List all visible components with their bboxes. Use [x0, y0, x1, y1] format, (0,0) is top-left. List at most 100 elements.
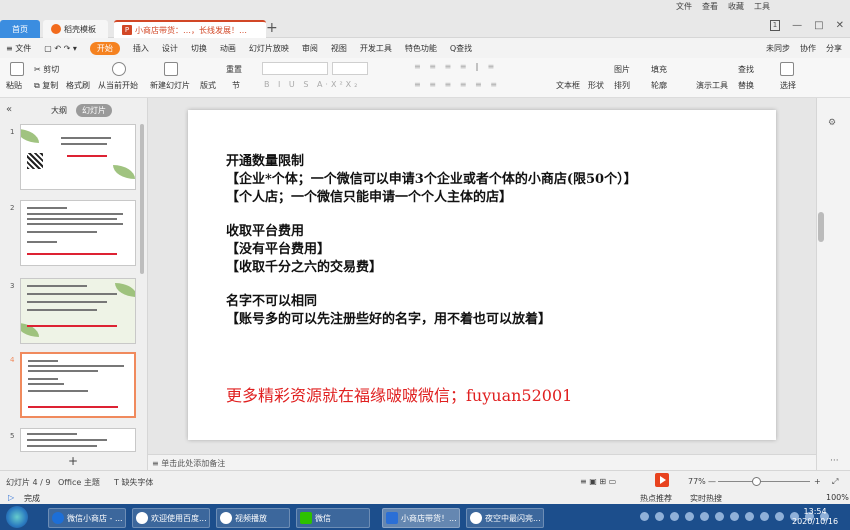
tray-icon[interactable]: [640, 512, 649, 521]
font-name-select[interactable]: [262, 62, 328, 75]
tray-icon[interactable]: [700, 512, 709, 521]
tab-outline[interactable]: 大纲: [51, 105, 67, 116]
realtime-search[interactable]: 实时热搜: [690, 493, 722, 504]
start-button[interactable]: [6, 506, 28, 528]
align-buttons[interactable]: ≡ ≡ ≡ ≡ ≡ ≡: [414, 80, 500, 89]
menu-item-view[interactable]: 视图: [331, 43, 347, 54]
section-button[interactable]: 节: [232, 80, 240, 91]
find-button[interactable]: 查找: [738, 64, 754, 75]
paragraph-buttons[interactable]: ≡ ≡ ≡ ≡ ‖ ≡: [414, 62, 497, 71]
taskbar-item-active[interactable]: 小商店带货！...: [382, 508, 460, 528]
menu-item-features[interactable]: 特色功能: [405, 43, 437, 54]
menu-item-design[interactable]: 设计: [162, 43, 178, 54]
maximize-button[interactable]: □: [814, 20, 823, 31]
select-button[interactable]: 选择: [780, 80, 796, 91]
reset-button[interactable]: 重置: [226, 64, 242, 75]
taskbar-item[interactable]: 视频播放: [216, 508, 290, 528]
cut-button[interactable]: ✂ 剪切: [34, 64, 59, 75]
tab-template[interactable]: 稻壳模板: [43, 20, 108, 38]
notes-field[interactable]: ≡ 单击此处添加备注: [148, 454, 816, 470]
view-buttons[interactable]: ≡ ▣ ⊞ ▭: [580, 477, 616, 486]
paste-button[interactable]: 粘贴: [6, 80, 22, 91]
new-tab-button[interactable]: +: [266, 20, 278, 36]
format-painter-button[interactable]: 格式刷: [66, 80, 90, 91]
quick-access-icons[interactable]: ▢ ↶ ↷ ▾: [44, 44, 77, 53]
play-from-current-button[interactable]: 从当前开始: [98, 80, 138, 91]
cut-label: 剪切: [43, 65, 60, 74]
menu-item-review[interactable]: 审阅: [302, 43, 318, 54]
taskbar-item[interactable]: 夜空中最闪亮...: [466, 508, 544, 528]
menu-item-animation[interactable]: 动画: [220, 43, 236, 54]
current-slide[interactable]: 开通数量限制 【企业*个体；一个微信可以申请3个企业或者个体的小商店(限50个）…: [188, 110, 776, 440]
missing-fonts-button[interactable]: T 缺失字体: [114, 477, 153, 488]
replace-button[interactable]: 替换: [738, 80, 754, 91]
font-size-select[interactable]: [332, 62, 368, 75]
vertical-scrollbar[interactable]: [818, 212, 824, 242]
arrange-button[interactable]: 排列: [614, 80, 630, 91]
slide-thumbnail[interactable]: [20, 124, 136, 190]
menu-favorites[interactable]: 收藏: [728, 1, 744, 12]
hot-recommend[interactable]: 热点推荐: [640, 493, 672, 504]
slide-thumbnail-selected[interactable]: [20, 352, 136, 418]
outline-button[interactable]: 轮廓: [651, 80, 667, 91]
tray-icon[interactable]: [730, 512, 739, 521]
tray-icon[interactable]: [745, 512, 754, 521]
menu-item-start[interactable]: 开始: [89, 41, 120, 55]
tab-home[interactable]: 首页: [0, 20, 40, 38]
slide-number: 3: [10, 282, 15, 290]
sync-status[interactable]: 未同步: [766, 43, 790, 54]
fill-button[interactable]: 填充: [651, 64, 667, 75]
layout-button[interactable]: 版式: [200, 80, 216, 91]
tab-slides[interactable]: 幻灯片: [76, 104, 112, 117]
menu-tools[interactable]: 工具: [754, 1, 770, 12]
properties-icon[interactable]: ⚙: [828, 118, 836, 128]
panel-scrollbar[interactable]: [140, 124, 144, 274]
slideshow-play-button[interactable]: [655, 473, 669, 487]
collapse-panel-icon[interactable]: «: [6, 104, 12, 115]
menu-view[interactable]: 查看: [702, 1, 718, 12]
paste-icon[interactable]: [10, 62, 24, 76]
menu-item-slideshow[interactable]: 幻灯片放映: [249, 43, 289, 54]
menu-file[interactable]: 文件: [676, 1, 692, 12]
share-button[interactable]: 分享: [826, 43, 842, 54]
new-slide-button[interactable]: 新建幻灯片: [150, 80, 190, 91]
menu-item-file[interactable]: ≡ 文件: [6, 43, 31, 54]
zoom-in-button[interactable]: +: [814, 477, 821, 486]
slide-thumbnail[interactable]: [20, 200, 136, 266]
thumb-text-line: [27, 285, 87, 287]
font-format-buttons[interactable]: B I U S A·X²X₂: [264, 80, 360, 89]
zoom-level[interactable]: 77%: [688, 477, 706, 486]
menu-item-transition[interactable]: 切换: [191, 43, 207, 54]
system-clock[interactable]: 13:54 2020/10/16: [792, 507, 838, 527]
browser-icon: [52, 512, 64, 524]
search-command[interactable]: Q查找: [450, 43, 472, 54]
tray-icon[interactable]: [670, 512, 679, 521]
collaborate-button[interactable]: 协作: [800, 43, 816, 54]
menu-item-developer[interactable]: 开发工具: [360, 43, 392, 54]
slide-thumbnail[interactable]: [20, 278, 136, 344]
copy-button[interactable]: ⧉ 复制: [34, 80, 58, 91]
close-button[interactable]: ✕: [836, 20, 844, 31]
fit-window-icon[interactable]: ⤢: [832, 477, 838, 487]
picture-button[interactable]: 图片: [614, 64, 630, 75]
taskbar-item[interactable]: 欢迎使用百度...: [132, 508, 210, 528]
more-icon[interactable]: ···: [830, 456, 839, 466]
tray-icon[interactable]: [715, 512, 724, 521]
add-slide-button[interactable]: +: [68, 454, 78, 468]
present-tools-button[interactable]: 演示工具: [696, 80, 728, 91]
zoom-slider[interactable]: [718, 481, 810, 482]
zoom-out-button[interactable]: —: [708, 477, 716, 486]
taskbar-item[interactable]: 微信: [296, 508, 370, 528]
slide-thumbnail[interactable]: [20, 428, 136, 452]
tray-icon[interactable]: [775, 512, 784, 521]
tray-icon[interactable]: [685, 512, 694, 521]
tray-icon[interactable]: [760, 512, 769, 521]
layout-icon[interactable]: 1: [769, 20, 781, 31]
minimize-button[interactable]: —: [792, 20, 802, 31]
textbox-button[interactable]: 文本框: [556, 80, 580, 91]
tab-document[interactable]: P 小商店带货：…，长线发展！…: [114, 20, 266, 38]
shape-button[interactable]: 形状: [588, 80, 604, 91]
tray-icon[interactable]: [655, 512, 664, 521]
menu-item-insert[interactable]: 插入: [133, 43, 149, 54]
taskbar-item[interactable]: 微信小商店 - ...: [48, 508, 126, 528]
